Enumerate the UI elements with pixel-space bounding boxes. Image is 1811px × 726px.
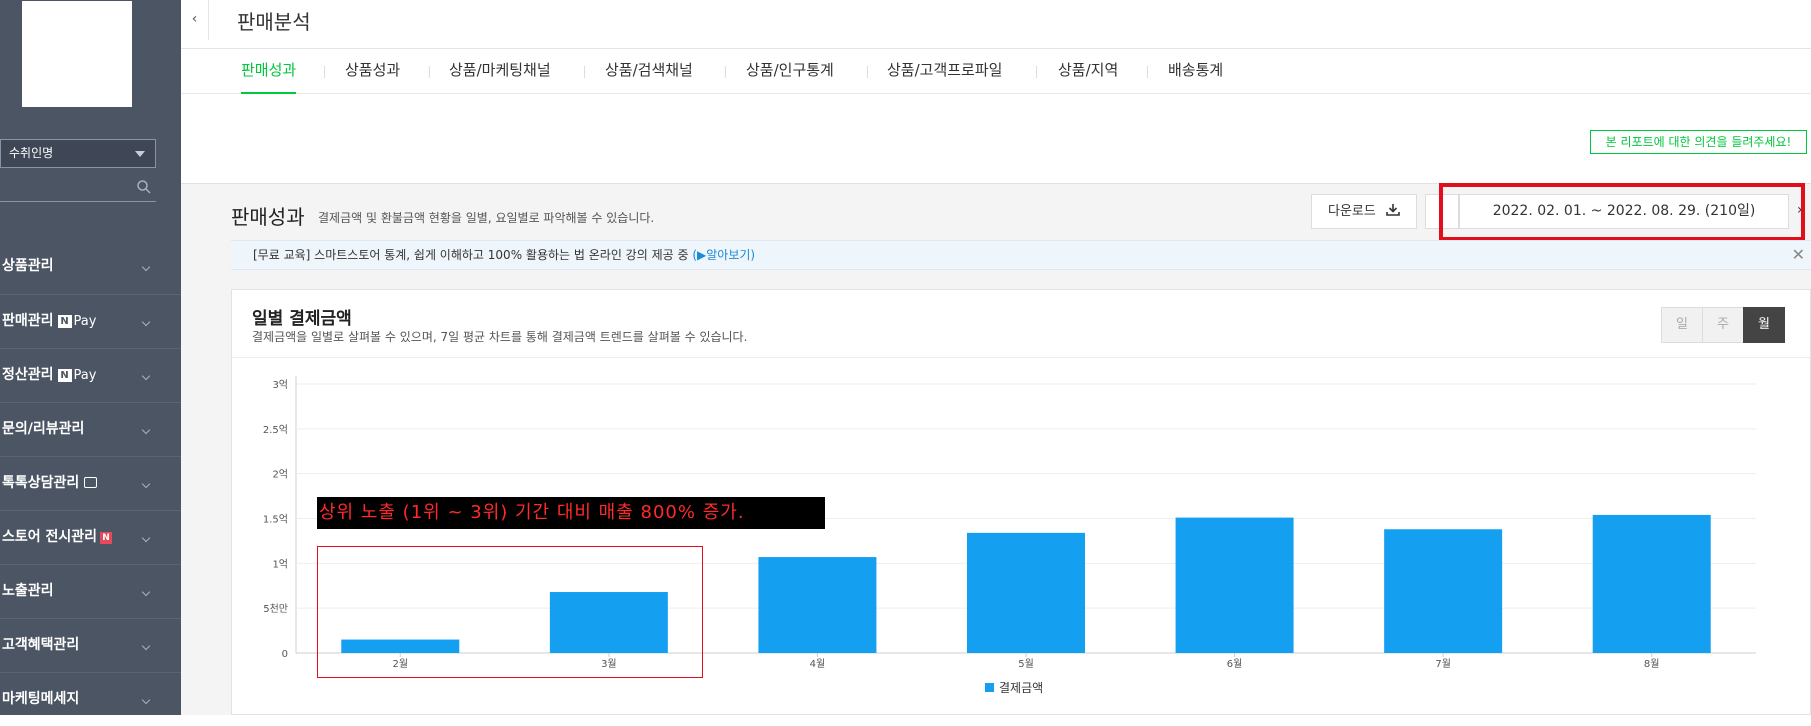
- tab-divider: [324, 66, 325, 78]
- store-select[interactable]: 수취인명: [0, 139, 156, 168]
- search-icon[interactable]: [136, 179, 152, 195]
- sidebar-item-label: 노출관리: [2, 583, 54, 599]
- chevron-down-icon: [141, 479, 151, 489]
- chevron-down-icon: [141, 371, 151, 381]
- download-button[interactable]: 다운로드: [1311, 194, 1417, 229]
- tab-divider: [584, 66, 585, 78]
- sidebar-item-sales[interactable]: 판매관리 N Pay: [0, 294, 181, 348]
- chevron-down-icon: [141, 695, 151, 705]
- sidebar-item-label: 판매관리: [2, 313, 54, 329]
- collapse-sidebar-button[interactable]: ‹: [181, 0, 209, 40]
- tab-delivery-stats[interactable]: 배송통계: [1168, 50, 1223, 94]
- legend-label: 결제금액: [999, 681, 1044, 695]
- card-description: 결제금액을 일별로 살펴볼 수 있으며, 7일 평균 차트를 통해 결제금액 트…: [252, 330, 748, 344]
- sidebar-item-store-display[interactable]: 스토어 전시관리 N: [0, 510, 181, 564]
- tab-product-marketing-channel[interactable]: 상품/마케팅채널: [449, 50, 551, 94]
- notice-banner: [무료 교육] 스마트스토어 통계, 쉽게 이해하고 100% 활용하는 법 온…: [231, 240, 1811, 270]
- sidebar-item-inquiry[interactable]: 문의/리뷰관리: [0, 402, 181, 456]
- tab-divider: [1147, 66, 1148, 78]
- card-title: 일별 결제금액: [252, 309, 352, 329]
- download-label: 다운로드: [1328, 204, 1376, 219]
- sidebar-item-marketing[interactable]: 마케팅메세지: [0, 672, 181, 726]
- store-logo[interactable]: [22, 1, 132, 107]
- annotation-label: 상위 노출 (1위 ~ 3위) 기간 대비 매출 800% 증가.: [317, 497, 825, 529]
- tab-product-performance[interactable]: 상품성과: [345, 50, 400, 94]
- tab-divider: [867, 66, 868, 78]
- tab-sales-performance[interactable]: 판매성과: [241, 50, 297, 94]
- sidebar-item-label: 스토어 전시관리: [2, 529, 98, 545]
- tab-product-customer-profile[interactable]: 상품/고객프로파일: [887, 50, 1002, 94]
- page-title: 판매분석: [237, 10, 311, 34]
- feedback-button[interactable]: 본 리포트에 대한 의견을 들려주세요!: [1590, 130, 1807, 154]
- chart-legend: 결제금액: [985, 679, 1043, 696]
- period-toggle: 일 주 월: [1661, 307, 1785, 343]
- sidebar-item-label: 문의/리뷰관리: [2, 421, 85, 437]
- notice-text: [무료 교육] 스마트스토어 통계, 쉽게 이해하고 100% 활용하는 법 온…: [253, 248, 693, 262]
- tab-bar: 판매성과 상품성과 상품/마케팅채널 상품/검색채널 상품/인구통계 상품/고객…: [181, 50, 1811, 94]
- chevron-down-icon: [141, 533, 151, 543]
- section-description: 결제금액 및 환불금액 현황을 일별, 요일별로 파악해볼 수 있습니다.: [318, 211, 655, 225]
- sidebar-item-product[interactable]: 상품관리: [0, 240, 181, 294]
- card-header: 일별 결제금액 결제금액을 일별로 살펴볼 수 있으며, 7일 평균 차트를 통…: [232, 290, 1810, 358]
- store-select-value: 수취인명: [9, 146, 54, 160]
- sidebar-item-label: 톡톡상담관리: [2, 475, 80, 491]
- date-range-highlight: [1439, 183, 1805, 241]
- tab-product-search-channel[interactable]: 상품/검색채널: [605, 50, 693, 94]
- tab-divider: [725, 66, 726, 78]
- period-day-button[interactable]: 일: [1661, 307, 1703, 343]
- sidebar-item-label: 상품관리: [2, 258, 54, 274]
- chevron-down-icon: [141, 317, 151, 327]
- chat-icon: [84, 477, 98, 488]
- chevron-down-icon: [141, 262, 151, 272]
- sidebar-item-settlement[interactable]: 정산관리 N Pay: [0, 348, 181, 402]
- new-badge: N: [100, 532, 113, 544]
- sidebar-menu: 상품관리 판매관리 N Pay 정산관리 N Pay 문의/리뷰관리 톡톡상담관리 스토…: [0, 240, 181, 726]
- chevron-down-icon: [141, 587, 151, 597]
- sidebar-item-benefit[interactable]: 고객혜택관리: [0, 618, 181, 672]
- tab-product-demographics[interactable]: 상품/인구통계: [746, 50, 834, 94]
- sidebar: 수취인명 상품관리 판매관리 N Pay 정산관리 N Pay 문의/리뷰관리 톡톡상담…: [0, 0, 181, 715]
- tab-divider: [1036, 66, 1037, 78]
- close-icon[interactable]: ✕: [1792, 241, 1805, 269]
- tab-divider: [429, 66, 430, 78]
- sidebar-item-label: 고객혜택관리: [2, 637, 80, 653]
- caret-down-icon: [135, 151, 145, 157]
- naver-n-badge: N: [57, 369, 72, 382]
- annotation-highlight-box: [317, 546, 703, 678]
- top-bar: ‹ 판매분석: [181, 0, 1811, 49]
- chevron-down-icon: [141, 425, 151, 435]
- naver-n-badge: N: [57, 315, 72, 328]
- notice-link[interactable]: (▶알아보기): [692, 248, 755, 262]
- sidebar-item-exposure[interactable]: 노출관리: [0, 564, 181, 618]
- sidebar-item-label: 정산관리: [2, 367, 54, 383]
- period-week-button[interactable]: 주: [1702, 307, 1744, 343]
- sidebar-item-talktalk[interactable]: 톡톡상담관리: [0, 456, 181, 510]
- section-title: 판매성과: [231, 205, 305, 229]
- legend-swatch: [985, 683, 994, 692]
- tab-product-region[interactable]: 상품/지역: [1058, 50, 1118, 94]
- pay-badge-text: Pay: [73, 314, 97, 329]
- sidebar-item-label: 마케팅메세지: [2, 691, 80, 707]
- pay-badge-text: Pay: [73, 368, 97, 383]
- chevron-down-icon: [141, 641, 151, 651]
- period-month-button[interactable]: 월: [1743, 307, 1785, 343]
- sidebar-search[interactable]: [0, 173, 156, 202]
- download-icon: [1386, 204, 1400, 216]
